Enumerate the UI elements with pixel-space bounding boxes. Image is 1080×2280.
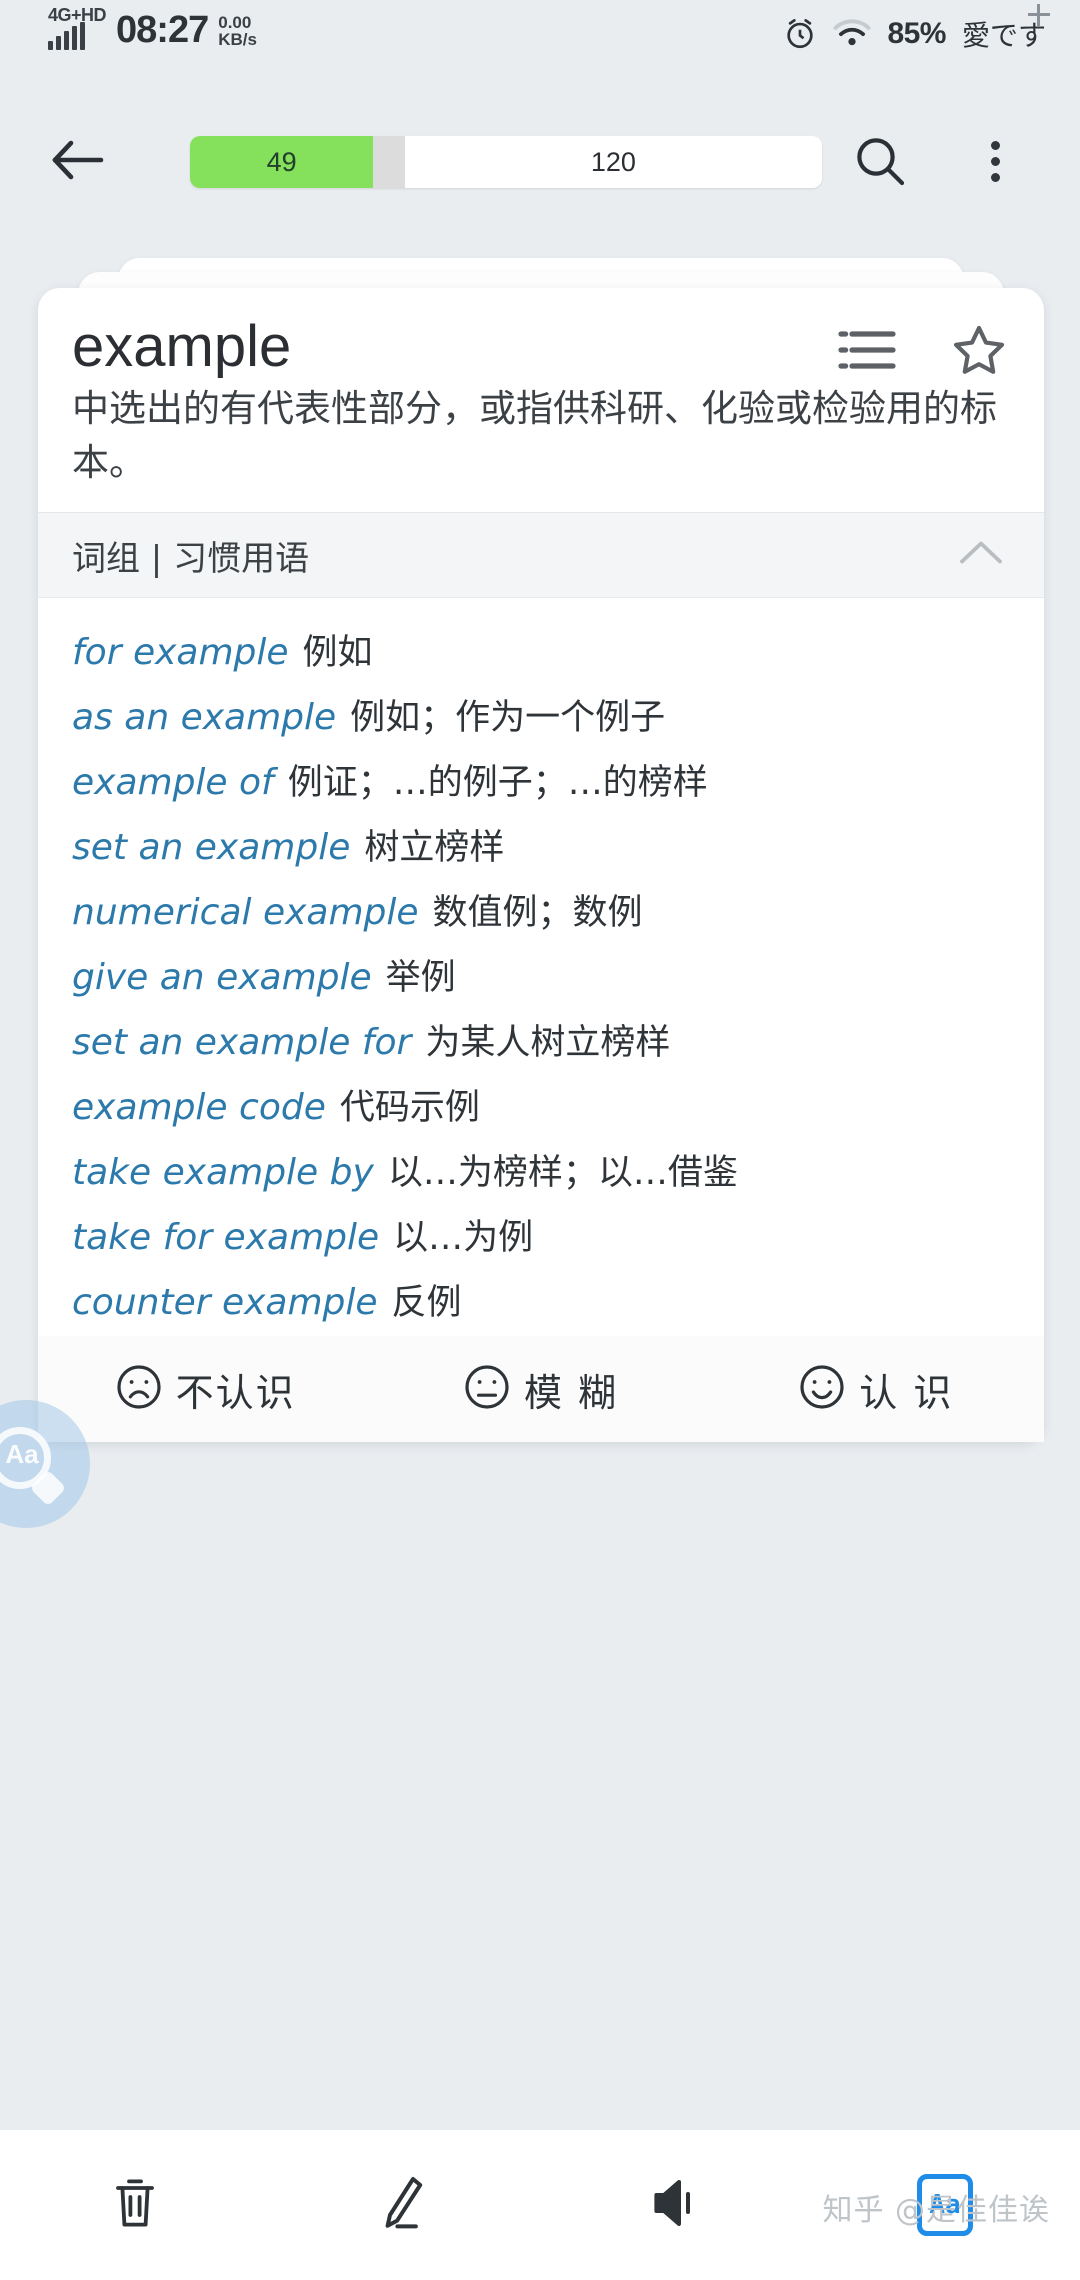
section-title-phrases: 词组 | 习惯用语	[72, 538, 310, 579]
status-clock: 08:27	[116, 9, 209, 51]
phrase-cn: 举例	[385, 958, 456, 998]
progress-completed-segment: 49	[190, 136, 374, 188]
magnifier-aa-icon: Aa	[0, 1427, 67, 1507]
battery-percent-label: 85%	[887, 17, 946, 50]
back-button[interactable]	[38, 124, 116, 196]
phrase-row[interactable]: example code 代码示例	[72, 1079, 1010, 1130]
pronounce-button[interactable]	[540, 2130, 810, 2280]
wifi-icon	[833, 19, 871, 49]
phrase-cn: 树立榜样	[364, 828, 505, 868]
phrase-en: set an example	[72, 827, 351, 868]
phrase-row[interactable]: counter example 反例	[72, 1274, 1010, 1325]
phrase-en: for example	[72, 632, 289, 673]
progress-total-segment: 120	[404, 136, 822, 188]
study-progress-bar[interactable]: 49 120	[190, 136, 822, 188]
floating-button-label: Aa	[5, 1439, 39, 1469]
phrase-cn: 例证；…的例子；…的榜样	[287, 763, 708, 803]
network-type-label: 4G+HD	[48, 5, 107, 25]
phrase-list: for example 例如 as an example 例如；作为一个例子 e…	[38, 598, 1044, 1442]
phrase-en: give an example	[72, 957, 372, 998]
phrase-row[interactable]: example of 例证；…的例子；…的榜样	[72, 754, 1010, 805]
status-bar: 4G+HD 08:27 0.00 KB/s 85% 愛です	[0, 0, 1080, 72]
speaker-icon	[650, 2177, 700, 2234]
network-speed-value: 0.00	[218, 13, 252, 32]
progress-total-count: 120	[590, 146, 636, 177]
phrase-row[interactable]: set an example for 为某人树立榜样	[72, 1014, 1010, 1065]
dictionary-card: example 中选出的有代表性部分，或指供科研、化验或检验用的标本。 词组 |…	[38, 288, 1044, 1442]
edit-button[interactable]	[270, 2130, 540, 2280]
network-speed-unit: KB/s	[218, 30, 257, 49]
sad-face-icon	[116, 1364, 162, 1415]
phrase-row[interactable]: take for example 以…为例	[72, 1209, 1010, 1260]
phrase-row[interactable]: as an example 例如；作为一个例子	[72, 689, 1010, 740]
neutral-face-icon	[464, 1364, 510, 1415]
phrase-en: take example by	[72, 1152, 374, 1193]
phrase-cn: 以…为榜样；以…借鉴	[387, 1153, 738, 1193]
cellular-signal-group: 4G+HD	[48, 5, 107, 50]
phrase-row[interactable]: take example by 以…为榜样；以…借鉴	[72, 1144, 1010, 1195]
phrase-cn: 例如；作为一个例子	[350, 698, 666, 738]
chevron-up-icon	[958, 539, 1004, 572]
search-button[interactable]	[845, 126, 915, 196]
recall-label-know: 认 识	[859, 1370, 954, 1415]
trash-icon	[110, 2175, 160, 2236]
favorite-star-icon[interactable]	[952, 324, 1006, 376]
status-bar-right: 85% 愛です	[783, 4, 1050, 54]
progress-pending-segment	[373, 136, 405, 188]
word-definition: 中选出的有代表性部分，或指供科研、化验或检验用的标本。	[72, 387, 997, 484]
overflow-menu-button[interactable]	[960, 126, 1030, 196]
recall-label-dont-know: 不认识	[175, 1370, 296, 1415]
battery-plus-icon	[1028, 4, 1050, 26]
phrase-en: numerical example	[72, 892, 419, 933]
phrase-cn: 例如	[302, 633, 373, 673]
card-header: example	[38, 288, 1044, 380]
network-speed-indicator: 0.00 KB/s	[218, 14, 257, 50]
status-bar-left: 4G+HD 08:27 0.00 KB/s	[48, 6, 257, 50]
phrase-en: counter example	[72, 1282, 378, 1323]
recall-button-fuzzy[interactable]: 模 糊	[373, 1362, 708, 1417]
word-list-icon[interactable]	[838, 328, 896, 372]
phone-screen: 4G+HD 08:27 0.00 KB/s 85% 愛です 49 120 exa…	[0, 0, 1080, 2280]
phrase-row[interactable]: for example 例如	[72, 624, 1010, 675]
watermark-text: 知乎 @是佳佳诶	[822, 2193, 1050, 2228]
app-bar: 49 120	[0, 110, 1080, 210]
status-extra-text: 愛です	[962, 4, 1050, 54]
recall-rating-bar: 不认识 模 糊 认 识	[38, 1336, 1044, 1442]
recall-label-fuzzy: 模 糊	[523, 1370, 619, 1415]
card-header-actions	[838, 324, 1006, 376]
pencil-icon	[379, 2174, 431, 2237]
phrase-row[interactable]: numerical example 数值例；数例	[72, 884, 1010, 935]
delete-button[interactable]	[0, 2130, 270, 2280]
phrase-cn: 代码示例	[339, 1088, 480, 1128]
phrase-en: take for example	[72, 1217, 380, 1258]
phrase-cn: 数值例；数例	[432, 893, 643, 933]
phrase-row[interactable]: give an example 举例	[72, 949, 1010, 1000]
recall-button-dont-know[interactable]: 不认识	[38, 1362, 373, 1417]
phrase-en: set an example for	[72, 1022, 412, 1063]
phrase-cn: 为某人树立榜样	[425, 1023, 671, 1063]
phrase-cn: 以…为例	[393, 1218, 534, 1258]
happy-face-icon	[799, 1364, 845, 1415]
recall-button-know[interactable]: 认 识	[709, 1362, 1044, 1417]
section-header-phrases[interactable]: 词组 | 习惯用语	[38, 512, 1044, 598]
phrase-en: as an example	[72, 697, 337, 738]
phrase-en: example of	[72, 762, 274, 803]
phrase-row[interactable]: set an example 树立榜样	[72, 819, 1010, 870]
phrase-en: example code	[72, 1087, 326, 1128]
signal-bars-icon	[48, 22, 85, 50]
progress-completed-count: 49	[266, 146, 297, 177]
phrase-cn: 反例	[391, 1283, 462, 1323]
alarm-icon	[783, 17, 817, 51]
